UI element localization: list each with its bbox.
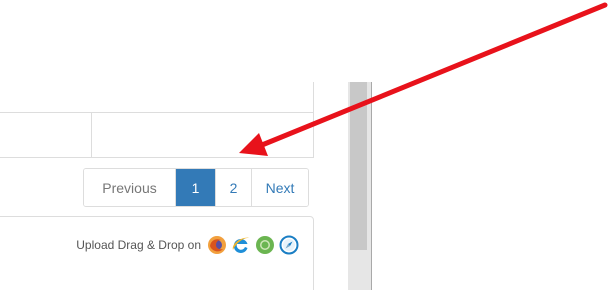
red-arrow-annotation xyxy=(239,2,608,156)
